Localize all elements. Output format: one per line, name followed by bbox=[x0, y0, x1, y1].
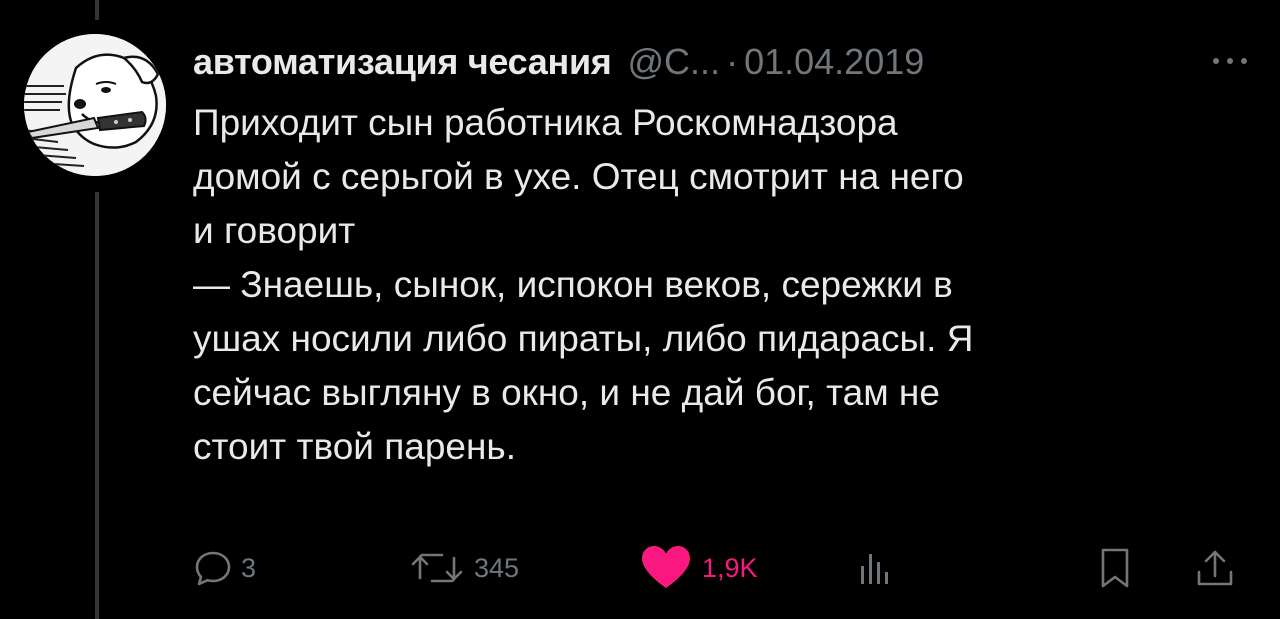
more-dots-icon bbox=[1213, 58, 1247, 64]
like-button[interactable]: 1,9K bbox=[638, 543, 758, 593]
views-icon bbox=[861, 554, 888, 584]
header-separator: · bbox=[726, 41, 739, 82]
tweet-date[interactable]: 01.04.2019 bbox=[744, 38, 924, 86]
views-button[interactable] bbox=[855, 543, 891, 593]
share-icon bbox=[1197, 550, 1233, 586]
dog-with-knife-avatar-icon bbox=[24, 34, 166, 176]
heart-icon bbox=[642, 546, 690, 588]
share-button[interactable] bbox=[1193, 543, 1237, 593]
tweet-text: Приходит сын работника Роскомнадзора дом… bbox=[193, 102, 974, 467]
thread-line-top bbox=[95, 0, 99, 20]
author-handle[interactable]: @C... bbox=[628, 38, 721, 86]
reply-count: 3 bbox=[241, 552, 257, 583]
bookmark-button[interactable] bbox=[1095, 543, 1135, 593]
reply-icon bbox=[195, 551, 231, 586]
retweet-count: 345 bbox=[474, 552, 520, 583]
more-button[interactable] bbox=[1205, 46, 1255, 76]
retweet-button[interactable]: 345 bbox=[408, 543, 519, 593]
bookmark-icon bbox=[1101, 548, 1129, 588]
tweet-header: автоматизация чесания @C... · 01.04.2019 bbox=[193, 38, 924, 86]
retweet-icon bbox=[411, 553, 463, 583]
reply-button[interactable]: 3 bbox=[193, 543, 256, 593]
like-count: 1,9K bbox=[702, 552, 758, 583]
tweet-actions-bar: 3 345 1,9K bbox=[0, 543, 1280, 593]
avatar[interactable] bbox=[24, 34, 166, 176]
author-display-name[interactable]: автоматизация чесания bbox=[193, 38, 612, 86]
